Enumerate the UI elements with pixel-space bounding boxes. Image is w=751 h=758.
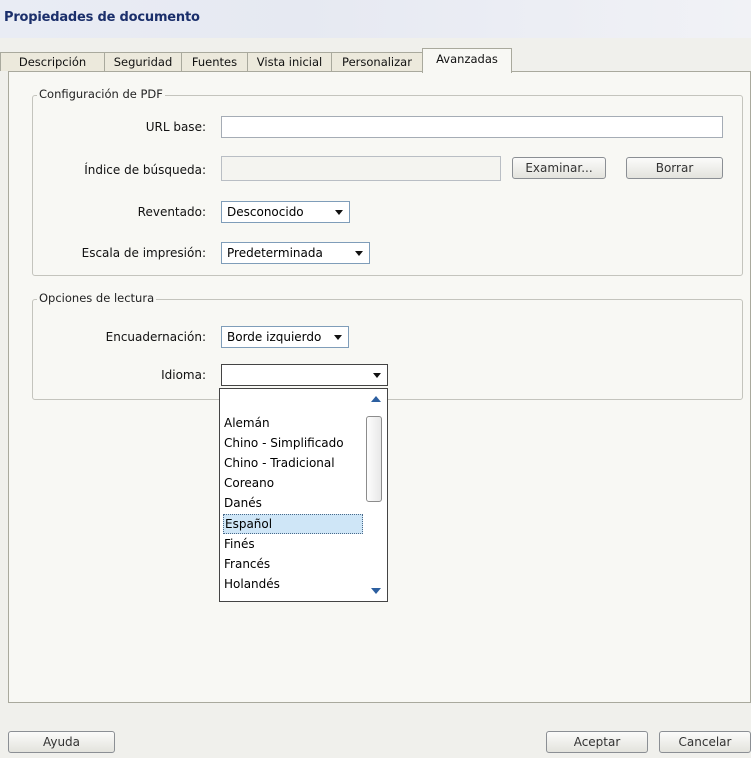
pdf-config-legend: Configuración de PDF — [37, 87, 165, 101]
url-base-field[interactable] — [221, 116, 723, 138]
url-base-input[interactable] — [222, 117, 722, 137]
scrollbar-thumb[interactable] — [366, 416, 382, 502]
trapped-label: Reventado: — [137, 205, 206, 219]
language-select[interactable] — [221, 364, 388, 386]
title-bar: Propiedades de documento — [0, 0, 751, 38]
url-base-label: URL base: — [145, 120, 206, 134]
cancel-button[interactable]: Cancelar — [659, 731, 751, 753]
language-option-coreano[interactable]: Coreano — [223, 473, 363, 493]
binding-label: Encuadernación: — [105, 330, 206, 344]
print-scale-label: Escala de impresión: — [81, 246, 206, 260]
clear-button[interactable]: Borrar — [626, 157, 723, 179]
tab-fuentes[interactable]: Fuentes — [181, 52, 248, 71]
reading-options-legend: Opciones de lectura — [37, 291, 157, 305]
print-scale-select[interactable]: Predeterminada — [221, 242, 370, 264]
language-option-fines[interactable]: Finés — [223, 534, 363, 554]
chevron-down-icon — [334, 335, 342, 340]
language-option-espanol[interactable]: Español — [223, 514, 363, 534]
chevron-down-icon — [355, 251, 363, 256]
language-dropdown-list[interactable]: Alemán Chino - Simplificado Chino - Trad… — [219, 388, 388, 602]
trapped-value: Desconocido — [227, 205, 304, 219]
language-option-danes[interactable]: Danés — [223, 493, 363, 513]
chevron-down-icon — [335, 210, 343, 215]
language-option-chino-simplificado[interactable]: Chino - Simplificado — [223, 433, 363, 453]
help-button[interactable]: Ayuda — [8, 731, 115, 753]
tab-personalizar[interactable]: Personalizar — [331, 52, 423, 71]
tab-avanzadas[interactable]: Avanzadas — [422, 48, 512, 73]
window-title: Propiedades de documento — [4, 10, 200, 25]
binding-select[interactable]: Borde izquierdo — [221, 326, 349, 348]
tab-descripcion[interactable]: Descripción — [0, 52, 105, 71]
language-option-holandes[interactable]: Holandés — [223, 574, 363, 594]
language-option-frances[interactable]: Francés — [223, 554, 363, 574]
language-option-chino-tradicional[interactable]: Chino - Tradicional — [223, 453, 363, 473]
tab-vista-inicial[interactable]: Vista inicial — [247, 52, 332, 71]
tab-seguridad[interactable]: Seguridad — [104, 52, 182, 71]
trapped-select[interactable]: Desconocido — [221, 201, 350, 223]
search-index-label: Índice de búsqueda: — [84, 163, 206, 177]
search-index-field — [221, 156, 501, 181]
scroll-down-arrow-icon[interactable] — [371, 588, 381, 594]
chevron-down-icon — [373, 373, 381, 378]
scroll-up-arrow-icon[interactable] — [371, 396, 381, 402]
binding-value: Borde izquierdo — [227, 330, 322, 344]
language-option-aleman[interactable]: Alemán — [223, 413, 363, 433]
browse-button[interactable]: Examinar... — [512, 157, 606, 179]
ok-button[interactable]: Aceptar — [546, 731, 648, 753]
language-label: Idioma: — [161, 368, 206, 382]
print-scale-value: Predeterminada — [227, 246, 323, 260]
